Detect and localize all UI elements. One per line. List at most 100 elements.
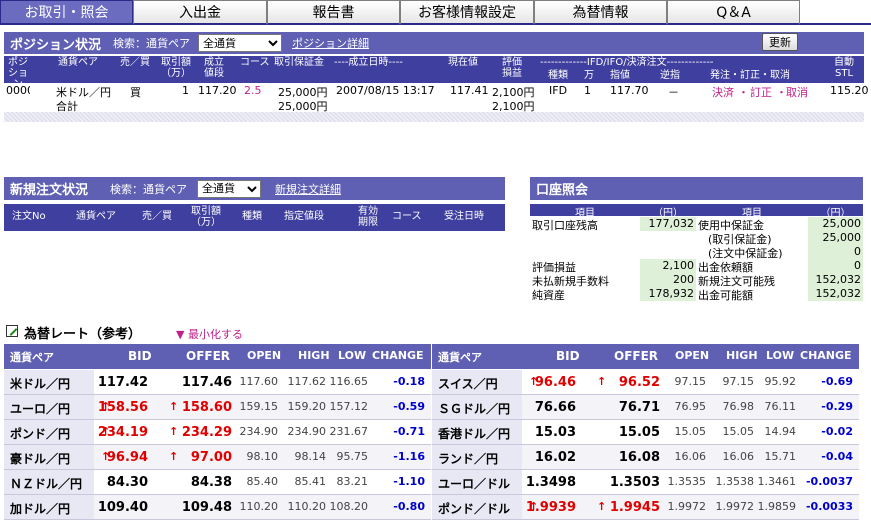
new-orders-search-label: 検索：通貨ペア [110, 182, 188, 196]
rate-offer[interactable]: 97.00 [191, 450, 232, 465]
refresh-button[interactable]: 更新 [762, 33, 798, 51]
rate-offer[interactable]: 96.52 [619, 375, 660, 390]
rate-open: 110.20 [239, 500, 279, 513]
rate-col-offer: OFFER [186, 349, 231, 363]
position-type: IFD [549, 84, 568, 97]
rate-bid[interactable]: 158.56 [98, 400, 148, 415]
acct-left-value: 178,932 [640, 287, 696, 301]
rate-bid[interactable]: 96.46 [535, 375, 576, 390]
arrow-up-icon: ↑ [169, 400, 179, 413]
rate-offer[interactable]: 16.08 [619, 450, 660, 465]
rate-col-pair: 通貨ペア [438, 351, 482, 364]
rate-open: 16.06 [674, 450, 707, 463]
rate-offer[interactable]: 117.46 [182, 375, 232, 390]
acct-left-value: 200 [640, 273, 696, 287]
rate-pair: 米ドル／円 [10, 377, 71, 391]
rate-pair: ユーロ／ドル [438, 477, 511, 491]
rate-row[interactable]: 香港ドル／円 15.03 15.05 15.05 15.05 14.94 -0.02 [432, 420, 859, 445]
rate-bid[interactable]: 117.42 [98, 375, 148, 390]
rate-row[interactable]: ランド／円 16.02 16.08 16.06 16.06 15.71 -0.04 [432, 445, 859, 470]
rate-open: 15.05 [674, 425, 707, 438]
rate-row[interactable]: ＮＺドル／円 84.30 84.38 85.40 85.41 83.21 -1.10 [4, 470, 431, 495]
position-total-row: 合計 25,000円 2,100円 [4, 98, 864, 113]
rate-bid[interactable]: 84.30 [107, 475, 148, 490]
rate-bid[interactable]: 109.40 [98, 500, 148, 515]
minimize-label: 最小化する [187, 328, 243, 341]
rate-pair: スイス／円 [438, 377, 498, 391]
new-orders-currency-filter[interactable]: 全通貨 [197, 179, 262, 198]
rate-bid[interactable]: 1.9939 [526, 500, 576, 515]
position-no[interactable]: 0000 [6, 84, 30, 97]
rate-offer[interactable]: 1.9945 [610, 500, 660, 515]
rate-bid[interactable]: 1.3498 [526, 475, 576, 490]
tab-trading[interactable]: お取引・照会 [0, 0, 133, 25]
account-row: 未払新規手数料 200 新規注文可能残 152,032 [530, 273, 863, 288]
minimize-link[interactable]: ▼ 最小化する [176, 326, 243, 342]
rate-col-low: LOW [338, 349, 367, 362]
rate-bid[interactable]: 76.66 [535, 400, 576, 415]
rate-row[interactable]: ユーロ／ドル 1.3498 1.3503 1.3535 1.3538 1.3461 -0.0… [432, 470, 859, 495]
rate-offer[interactable]: 15.05 [619, 425, 660, 440]
rate-row[interactable]: スイス／円 ↑ 96.46 ↑ 96.52 97.15 97.15 95.92 -0.69 [432, 370, 859, 395]
col-order-course: コース [392, 211, 422, 222]
rate-row[interactable]: ポンド／円 ↑ 234.19 ↑ 234.29 234.90 234.90 231.67 -0.… [4, 420, 431, 445]
acct-left-value [640, 245, 696, 259]
account-row: 評価損益 2,100 出金依頼額 0 [530, 259, 863, 274]
col-order-date: 受注日時 [444, 211, 484, 222]
col-man: 万 [584, 70, 594, 81]
rate-col-bid: BID [128, 349, 152, 363]
tab-faq[interactable]: Q＆A [667, 0, 800, 25]
position-man: 1 [584, 84, 591, 97]
tab-deposit[interactable]: 入出金 [133, 0, 267, 25]
rate-high: 234.90 [287, 425, 327, 438]
rate-row[interactable]: 豪ドル／円 ↑ 96.94 ↑ 97.00 98.10 98.14 95.75 -1.16 [4, 445, 431, 470]
rate-col-high: HIGH [726, 349, 758, 362]
col-order-price: 指定値段 [284, 211, 324, 222]
rate-row[interactable]: ユーロ／円 ↑ 158.56 ↑ 158.60 159.15 159.20 157.12 -0.… [4, 395, 431, 420]
rate-change: -0.29 [821, 400, 853, 413]
rate-high: 1.9972 [715, 500, 755, 513]
rate-offer[interactable]: 158.60 [182, 400, 232, 415]
rate-row[interactable]: 加ドル／円 109.40 109.48 110.20 110.20 108.20 -0.80 [4, 495, 431, 520]
rate-row[interactable]: 米ドル／円 117.42 117.46 117.60 117.62 116.65 -0.18 [4, 370, 431, 395]
acct-left-value [640, 231, 696, 245]
acct-right-label: 出金可能額 [698, 289, 753, 302]
position-header: ポジション状況 検索：通貨ペア 全通貨 ポジション詳細 [4, 32, 864, 54]
rate-table-header: 通貨ペア BID OFFER OPEN HIGH LOW CHANGE [4, 344, 431, 369]
rate-low: 1.9859 [757, 500, 797, 513]
tab-customer-settings[interactable]: お客様情報設定 [400, 0, 534, 25]
rate-row[interactable]: ポンド／ドル ↑ 1.9939 ↑ 1.9945 1.9972 1.9972 1.9859 -0… [432, 495, 859, 520]
rate-open: 1.9972 [667, 500, 707, 513]
tab-fx-info[interactable]: 為替情報 [534, 0, 667, 25]
new-orders-detail-link[interactable]: 新規注文詳細 [275, 181, 341, 197]
rate-offer[interactable]: 76.71 [619, 400, 660, 415]
rate-bid[interactable]: 15.03 [535, 425, 576, 440]
rate-row[interactable]: ＳＧドル／円 76.66 76.71 76.95 76.98 76.11 -0.29 [432, 395, 859, 420]
rate-high: 97.15 [722, 375, 755, 388]
rate-change: -0.18 [393, 375, 425, 388]
rate-col-low: LOW [766, 349, 795, 362]
rate-offer[interactable]: 109.48 [182, 500, 232, 515]
rate-open: 1.3535 [667, 475, 707, 488]
col-course: コース [240, 57, 270, 68]
rate-change: -0.71 [393, 425, 425, 438]
rate-bid[interactable]: 234.19 [98, 425, 148, 440]
rate-open: 234.90 [239, 425, 279, 438]
position-price: 117.20 [198, 84, 237, 97]
position-table-header: ポジション No 通貨ペア 売／買 取引額 （万） 成立 値段 コース 取引保証… [4, 56, 864, 101]
rate-high: 110.20 [287, 500, 327, 513]
rate-bid[interactable]: 16.02 [535, 450, 576, 465]
position-detail-link[interactable]: ポジション詳細 [292, 35, 369, 51]
tab-reports[interactable]: 報告書 [267, 0, 400, 25]
position-datetime: 2007/08/15 13:17 [336, 84, 435, 97]
rate-offer[interactable]: 234.29 [182, 425, 232, 440]
rate-offer[interactable]: 84.38 [191, 475, 232, 490]
col-ifd-group: -------------IFD/IFO/決済注文------------- [540, 57, 714, 68]
rate-open: 159.15 [239, 400, 279, 413]
rate-bid[interactable]: 96.94 [107, 450, 148, 465]
position-currency-filter[interactable]: 全通貨 [198, 34, 283, 52]
position-stl: 115.20 [830, 84, 869, 97]
rate-change: -0.02 [821, 425, 853, 438]
rate-offer[interactable]: 1.3503 [610, 475, 660, 490]
col-pl: 評価 損益 [502, 57, 522, 79]
